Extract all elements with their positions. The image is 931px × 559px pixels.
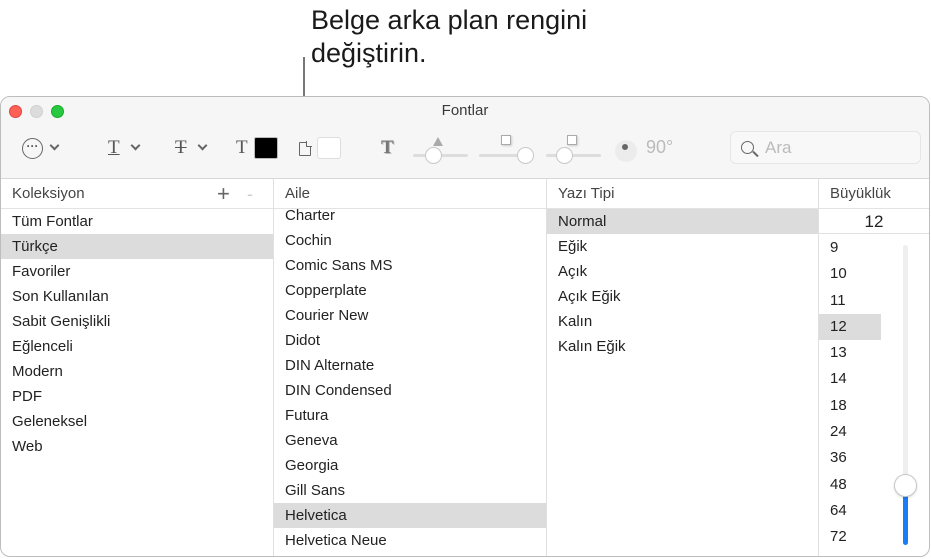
title-bar-toolbar: Fontlar ··· T T T T 90° bbox=[1, 97, 929, 179]
document-background-color-swatch[interactable] bbox=[317, 137, 341, 159]
shadow-blur-slider[interactable] bbox=[479, 147, 534, 164]
size-item[interactable]: 36 bbox=[819, 445, 881, 471]
callout-line2: değiştirin. bbox=[311, 38, 427, 68]
collection-item[interactable]: Türkçe bbox=[1, 234, 273, 259]
family-item[interactable]: Geneva bbox=[274, 428, 546, 453]
family-item[interactable]: Gill Sans bbox=[274, 478, 546, 503]
callout-annotation: Belge arka plan rengini değiştirin. bbox=[311, 4, 587, 70]
strikethrough-menu-button[interactable]: T bbox=[175, 137, 187, 159]
document-icon bbox=[299, 141, 312, 156]
shadow-blur-icon bbox=[501, 135, 511, 145]
size-item[interactable]: 11 bbox=[819, 288, 881, 314]
size-item[interactable]: 9 bbox=[819, 235, 881, 261]
family-item[interactable]: Cochin bbox=[274, 228, 546, 253]
search-field[interactable] bbox=[730, 131, 921, 164]
text-color-swatch[interactable] bbox=[254, 137, 278, 159]
family-item[interactable]: DIN Alternate bbox=[274, 353, 546, 378]
size-item[interactable]: 12 bbox=[819, 313, 881, 341]
size-item[interactable]: 14 bbox=[819, 366, 881, 392]
slider-knob[interactable] bbox=[556, 147, 573, 164]
shadow-opacity-icon bbox=[433, 137, 443, 146]
typeface-column: Yazı Tipi Normal Eğik Açık Açık Eğik Kalın Ka… bbox=[547, 179, 819, 556]
typeface-item[interactable]: Açık bbox=[547, 259, 818, 284]
typeface-item[interactable]: Kalın Eğik bbox=[547, 334, 818, 359]
family-item[interactable]: Didot bbox=[274, 328, 546, 353]
size-list: 9 10 11 12 13 14 18 24 36 48 64 72 bbox=[819, 235, 929, 551]
family-column: Aile Charter Cochin Comic Sans MS Copperpla… bbox=[274, 179, 547, 556]
shadow-offset-icon bbox=[567, 135, 577, 145]
family-item[interactable]: Helvetica bbox=[274, 503, 546, 528]
collection-item[interactable]: Geleneksel bbox=[1, 409, 273, 434]
family-list: Charter Cochin Comic Sans MS Copperplate Cou… bbox=[274, 203, 546, 553]
slider-knob[interactable] bbox=[517, 147, 534, 164]
collection-item[interactable]: Sabit Genişlikli bbox=[1, 309, 273, 334]
family-item[interactable]: Courier New bbox=[274, 303, 546, 328]
remove-collection-button[interactable]: - bbox=[247, 179, 253, 209]
size-item[interactable]: 24 bbox=[819, 419, 881, 445]
size-slider-knob[interactable] bbox=[894, 474, 917, 497]
family-item[interactable]: Copperplate bbox=[274, 278, 546, 303]
size-item[interactable]: 13 bbox=[819, 340, 881, 366]
typeface-header: Yazı Tipi bbox=[547, 179, 818, 209]
chevron-down-icon[interactable] bbox=[130, 140, 141, 151]
size-item[interactable]: 48 bbox=[819, 472, 881, 498]
collection-item[interactable]: Son Kullanılan bbox=[1, 284, 273, 309]
chevron-down-icon[interactable] bbox=[49, 140, 60, 151]
shadow-angle-dial[interactable] bbox=[615, 140, 637, 162]
collection-column: Koleksiyon + - Tüm Fontlar Türkçe Favorile… bbox=[1, 179, 274, 556]
size-slider[interactable] bbox=[894, 245, 917, 545]
collection-item[interactable]: Favoriler bbox=[1, 259, 273, 284]
collection-item[interactable]: Eğlenceli bbox=[1, 334, 273, 359]
family-header: Aile bbox=[274, 179, 546, 209]
size-item[interactable]: 18 bbox=[819, 393, 881, 419]
typeface-item[interactable]: Eğik bbox=[547, 234, 818, 259]
shadow-angle-value: 90° bbox=[646, 137, 674, 157]
size-column: Büyüklük 91011121314182436486472 bbox=[819, 179, 929, 556]
family-item[interactable]: Georgia bbox=[274, 453, 546, 478]
collection-item[interactable]: Tüm Fontlar bbox=[1, 209, 273, 234]
collection-item[interactable]: Web bbox=[1, 434, 273, 459]
slider-knob[interactable] bbox=[425, 147, 442, 164]
collection-item[interactable]: Modern bbox=[1, 359, 273, 384]
size-item[interactable]: 72 bbox=[819, 524, 881, 550]
size-item[interactable]: 64 bbox=[819, 498, 881, 524]
ellipsis-circle-icon[interactable]: ··· bbox=[22, 138, 43, 159]
text-color-icon: T bbox=[236, 137, 248, 158]
chevron-down-icon[interactable] bbox=[197, 140, 208, 151]
size-item[interactable]: 10 bbox=[819, 261, 881, 287]
typeface-list: Normal Eğik Açık Açık Eğik Kalın Kalın Eğik bbox=[547, 209, 818, 359]
shadow-offset-slider[interactable] bbox=[546, 147, 601, 164]
add-collection-button[interactable]: + bbox=[217, 179, 230, 209]
family-item[interactable]: Helvetica Neue bbox=[274, 528, 546, 553]
family-item[interactable]: Comic Sans MS bbox=[274, 253, 546, 278]
collection-item[interactable]: PDF bbox=[1, 384, 273, 409]
text-shadow-icon[interactable]: T bbox=[381, 137, 394, 159]
family-item[interactable]: Futura bbox=[274, 403, 546, 428]
search-input[interactable] bbox=[765, 136, 915, 160]
window-title: Fontlar bbox=[441, 102, 489, 119]
fonts-window: Fontlar ··· T T T T 90° Koleksiyon + - T… bbox=[0, 96, 930, 557]
typeface-item[interactable]: Açık Eğik bbox=[547, 284, 818, 309]
search-icon bbox=[741, 141, 754, 154]
collection-header-label: Koleksiyon bbox=[12, 185, 85, 202]
callout-line1: Belge arka plan rengini bbox=[311, 5, 588, 35]
collection-list: Tüm Fontlar Türkçe Favoriler Son Kullanılan… bbox=[1, 209, 273, 459]
family-item[interactable]: DIN Condensed bbox=[274, 378, 546, 403]
typeface-item[interactable]: Kalın bbox=[547, 309, 818, 334]
collection-header: Koleksiyon + - bbox=[1, 179, 273, 209]
size-input[interactable] bbox=[819, 210, 929, 234]
underline-menu-button[interactable]: T bbox=[108, 137, 120, 159]
shadow-opacity-slider[interactable] bbox=[413, 147, 468, 164]
size-header: Büyüklük bbox=[819, 179, 929, 209]
typeface-item[interactable]: Normal bbox=[547, 209, 818, 234]
